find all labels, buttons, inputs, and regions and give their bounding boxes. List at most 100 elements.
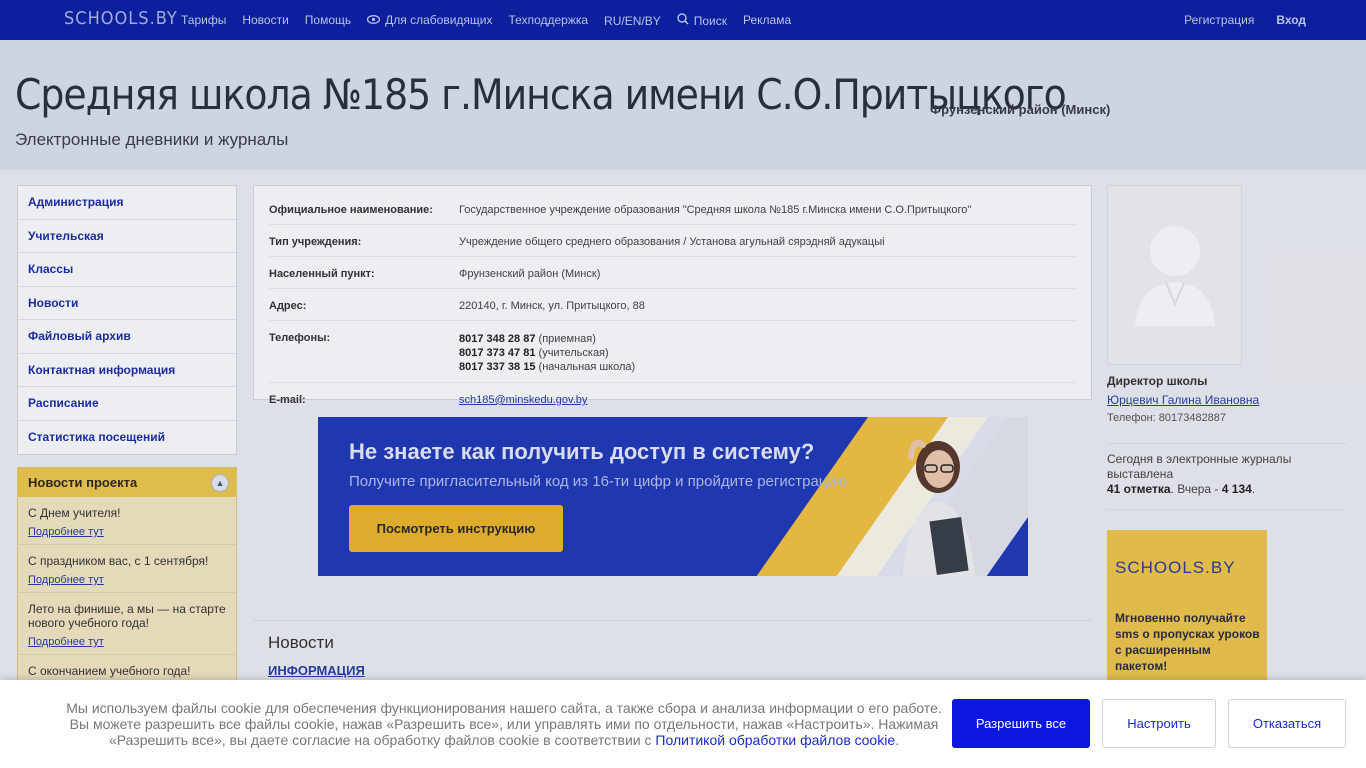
stats-today: 41 отметка — [1107, 482, 1171, 496]
stats-yesterday: 4 134 — [1221, 482, 1252, 496]
district-label: Фрунзенский район (Минск) — [930, 102, 1111, 117]
cookie-end: . — [895, 732, 900, 748]
school-name: Средняя школа №185 г.Минска имени С.О.Пр… — [15, 70, 1067, 119]
banner-title: Не знаете как получить доступ в систему? — [349, 439, 815, 464]
configure-button[interactable]: Настроить — [1102, 699, 1216, 748]
phone-entry: 8017 337 38 15 (начальная школа) — [459, 360, 635, 374]
search-icon — [677, 13, 689, 25]
phone-number: 8017 348 28 87 — [459, 333, 536, 345]
phone-note: (учительская) — [538, 347, 609, 359]
director-phone: Телефон: 80173482887 — [1107, 412, 1227, 424]
info-value: sch185@minskedu.gov.by — [459, 394, 587, 406]
woman-illustration — [903, 439, 975, 576]
page-subtitle: Электронные дневники и журналы — [15, 130, 289, 149]
info-row-type: Тип учреждения: Учреждение общего средне… — [269, 234, 1076, 257]
phone-note: (начальная школа) — [538, 361, 636, 373]
stats-text: Сегодня в электронные журналы выставлена — [1107, 452, 1292, 481]
eye-icon — [367, 15, 381, 24]
account-nav: Регистрация Вход — [1162, 13, 1306, 27]
sidebar-item-stats[interactable]: Статистика посещений — [18, 421, 236, 455]
banner-subtitle: Получите пригласительный код из 16-ти ци… — [349, 473, 848, 490]
chevron-up-icon: ▲ — [215, 478, 225, 488]
nav-support[interactable]: Техподдержка — [509, 13, 589, 28]
site-logo[interactable]: SCHOOLS.BY — [64, 8, 178, 29]
phone-list: 8017 348 28 87 (приемная) 8017 373 47 81… — [459, 332, 635, 374]
news-item-text: С праздником вас, с 1 сентября! — [28, 554, 209, 568]
journal-stats: Сегодня в электронные журналы выставлена… — [1107, 452, 1337, 497]
stats-end: . — [1251, 482, 1256, 496]
sidebar-item-file-archive[interactable]: Файловый архив — [18, 320, 236, 354]
register-link[interactable]: Регистрация — [1184, 13, 1254, 27]
sidebar-menu: Администрация Учительская Классы Новости… — [17, 185, 237, 455]
info-row-phones: Телефоны: 8017 348 28 87 (приемная) 8017… — [269, 330, 1076, 383]
nav-low-vision[interactable]: Для слабовидящих — [367, 13, 493, 28]
nav-search-label: Поиск — [693, 14, 727, 28]
user-placeholder-icon — [1135, 226, 1215, 326]
collapse-button[interactable]: ▲ — [211, 474, 229, 492]
phone-entry: 8017 348 28 87 (приемная) — [459, 332, 635, 346]
sms-ad[interactable]: SCHOOLS.BY Мгновенно получайте sms о про… — [1107, 530, 1267, 690]
info-row-official: Официальное наименование: Государственно… — [269, 202, 1076, 225]
info-value: Учреждение общего среднего образования /… — [459, 236, 885, 248]
news-item-text: Лето на финише, а мы — на старте нового … — [28, 602, 226, 630]
news-item-link[interactable]: ИНФОРМАЦИЯ — [268, 663, 365, 678]
access-banner[interactable]: Не знаете как получить доступ в систему?… — [318, 417, 1028, 576]
sidebar-item-schedule[interactable]: Расписание — [18, 387, 236, 421]
list-item: С праздником вас, с 1 сентября! Подробне… — [18, 545, 236, 593]
nav-ads[interactable]: Реклама — [743, 13, 791, 28]
info-label: Официальное наименование: — [269, 204, 433, 216]
sidebar-item-teachers-room[interactable]: Учительская — [18, 220, 236, 253]
project-news-title: Новости проекта — [28, 475, 138, 490]
school-header: Средняя школа №185 г.Минска имени С.О.Пр… — [0, 40, 1366, 170]
nav-low-vision-label: Для слабовидящих — [385, 13, 493, 27]
nav-news[interactable]: Новости — [242, 13, 288, 28]
director-avatar — [1107, 185, 1242, 365]
view-instructions-button[interactable]: Посмотреть инструкцию — [349, 505, 563, 552]
news-item-text: С окончанием учебного года! — [28, 664, 191, 678]
news-item-link[interactable]: Подробнее тут — [28, 574, 226, 586]
allow-all-button[interactable]: Разрешить все — [952, 699, 1090, 748]
cookie-text: Мы используем файлы cookie для обеспечен… — [60, 700, 948, 748]
project-news-box: Новости проекта ▲ С Днем учителя! Подроб… — [17, 467, 237, 687]
director-label: Директор школы — [1107, 374, 1208, 388]
info-value: Государственное учреждение образования "… — [459, 204, 972, 216]
info-row-locality: Населенный пункт: Фрунзенский район (Мин… — [269, 266, 1076, 289]
nav-search[interactable]: Поиск — [677, 13, 727, 28]
ad-text: Мгновенно получайте sms о пропусках урок… — [1115, 611, 1260, 673]
project-news-header: Новости проекта ▲ — [18, 468, 236, 497]
nav-tariffs[interactable]: Тарифы — [181, 13, 226, 28]
email-link[interactable]: sch185@minskedu.gov.by — [459, 394, 587, 406]
decline-button[interactable]: Отказаться — [1228, 699, 1346, 748]
info-row-address: Адрес: 220140, г. Минск, ул. Притыцкого,… — [269, 298, 1076, 321]
info-row-email: E-mail: sch185@minskedu.gov.by — [269, 392, 1076, 414]
sidebar-item-news[interactable]: Новости — [18, 287, 236, 320]
divider — [1107, 443, 1347, 444]
page-title: Средняя школа №185 г.Минска имени С.О.Пр… — [15, 70, 1067, 119]
sidebar-item-contacts[interactable]: Контактная информация — [18, 354, 236, 387]
nav-language[interactable]: RU/EN/BY — [604, 14, 661, 29]
sidebar-item-administration[interactable]: Администрация — [18, 186, 236, 220]
list-item: Лето на финише, а мы — на старте нового … — [18, 593, 236, 655]
ad-logo: SCHOOLS.BY — [1115, 558, 1236, 577]
divider — [253, 620, 1092, 621]
top-navbar: SCHOOLS.BY Тарифы Новости Помощь Для сла… — [0, 0, 1366, 40]
news-item-link[interactable]: Подробнее тут — [28, 526, 226, 538]
phone-entry: 8017 373 47 81 (учительская) — [459, 346, 635, 360]
phone-number: 8017 373 47 81 — [459, 347, 536, 359]
cookie-policy-link[interactable]: Политикой обработки файлов cookie — [655, 732, 895, 748]
info-label: E-mail: — [269, 394, 306, 406]
main-nav: Тарифы Новости Помощь Для слабовидящих Т… — [181, 13, 807, 28]
director-name-link[interactable]: Юрцевич Галина Ивановна — [1107, 393, 1259, 407]
news-item-link[interactable]: Подробнее тут — [28, 636, 226, 648]
divider — [1107, 509, 1347, 510]
school-info-panel: Официальное наименование: Государственно… — [253, 185, 1092, 406]
info-value: Фрунзенский район (Минск) — [459, 268, 601, 280]
list-item: С Днем учителя! Подробнее тут — [18, 497, 236, 545]
login-link[interactable]: Вход — [1276, 13, 1306, 27]
phone-number: 8017 337 38 15 — [459, 361, 536, 373]
cookie-banner: Мы используем файлы cookie для обеспечен… — [0, 680, 1366, 768]
nav-help[interactable]: Помощь — [305, 13, 351, 28]
stats-mid: . Вчера - — [1170, 482, 1222, 496]
phone-note: (приемная) — [538, 333, 596, 345]
sidebar-item-classes[interactable]: Классы — [18, 253, 236, 287]
